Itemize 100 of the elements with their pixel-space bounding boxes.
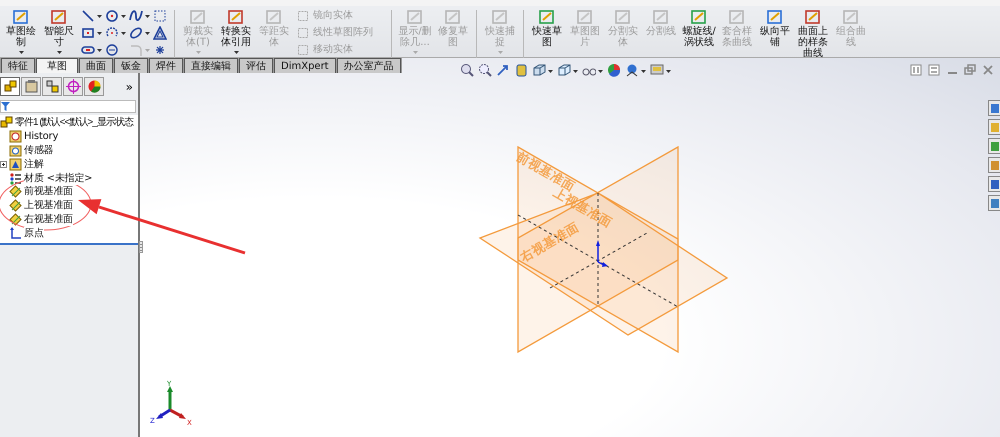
square-icon — [491, 8, 509, 26]
task-pane-tab[interactable] — [988, 138, 1000, 154]
triangle-icon — [153, 26, 167, 40]
caret-icon — [573, 70, 578, 72]
line-icon — [81, 8, 95, 22]
view-tool-button[interactable] — [460, 63, 474, 77]
ribbon-button[interactable]: 快速草图 — [528, 8, 566, 49]
view-tool-button[interactable] — [496, 63, 510, 77]
tree-item[interactable]: 前视基准面 — [24, 185, 74, 198]
sketch-tool-button[interactable] — [153, 25, 167, 40]
ribbon-button[interactable]: 转换实体引用 — [217, 8, 255, 54]
tree-item[interactable]: 右视基准面 — [24, 212, 74, 226]
task-pane-tab[interactable] — [988, 157, 1000, 173]
caret-icon — [97, 15, 102, 18]
tab[interactable]: 草图 — [36, 58, 78, 73]
tree-item[interactable]: 材质 <未指定> — [24, 172, 92, 185]
square-icon — [842, 8, 860, 26]
tree-item[interactable]: History — [24, 130, 58, 144]
tab[interactable]: 曲面 — [79, 58, 113, 73]
sketch-tool-button[interactable] — [105, 8, 126, 23]
cubes-icon — [2, 79, 18, 94]
plane-icon — [9, 199, 22, 212]
task-pane-tab[interactable] — [988, 195, 1000, 211]
tree-item[interactable]: 传感器 — [24, 144, 54, 157]
color-wheel-icon — [86, 79, 102, 94]
view-tool-button[interactable] — [557, 63, 578, 77]
filter-field[interactable] — [0, 100, 136, 113]
square-icon — [766, 8, 784, 26]
task-pane-tab[interactable] — [988, 119, 1000, 135]
tree-item[interactable]: 注解 — [24, 158, 44, 171]
caret-icon — [666, 70, 671, 72]
tab[interactable]: 钣金 — [114, 58, 148, 73]
task-pane-tab[interactable] — [988, 176, 1000, 192]
dotted-square-icon — [297, 26, 309, 38]
tree-item[interactable]: 原点 — [24, 226, 44, 240]
sketch-tool-button[interactable] — [129, 25, 150, 40]
caret-icon — [145, 32, 150, 35]
view-tool-button[interactable] — [625, 63, 646, 77]
arrow-icon — [496, 63, 510, 77]
panel-tab[interactable] — [0, 77, 20, 96]
square-icon — [614, 8, 632, 26]
curve-icon — [129, 8, 143, 22]
square-icon — [538, 8, 556, 26]
sketch-tool-button[interactable] — [81, 25, 102, 40]
origin-icon — [9, 226, 22, 240]
sketch-tool-button[interactable] — [129, 8, 150, 23]
square-icon — [50, 8, 68, 26]
sketch-tool-button[interactable] — [81, 8, 102, 23]
ribbon-button[interactable]: 草图绘制 — [2, 8, 40, 54]
tab[interactable]: 办公室产品 — [336, 58, 401, 73]
rectangle-icon — [81, 26, 95, 40]
square-icon — [728, 8, 746, 26]
square-icon — [444, 8, 462, 26]
ribbon-button[interactable]: 螺旋线/涡状线 — [680, 8, 718, 49]
caret-icon — [641, 70, 646, 72]
restore-icon[interactable] — [964, 64, 976, 76]
square-icon — [576, 8, 594, 26]
caret-icon — [548, 70, 553, 72]
tab[interactable]: 焊件 — [149, 58, 183, 73]
expand-icon[interactable] — [0, 160, 7, 168]
view-tool-button[interactable] — [478, 63, 492, 77]
history-icon — [9, 130, 22, 144]
circle-icon — [105, 8, 119, 22]
plane-label: 右视基准面 — [518, 218, 582, 264]
square-icon — [690, 8, 708, 26]
plane-icon — [9, 212, 22, 226]
tree-item[interactable]: 零件1 (默认<<默认>_显示状态 — [15, 116, 133, 130]
tile-icon[interactable] — [910, 64, 922, 76]
caret-icon — [97, 32, 102, 35]
view-tool-button[interactable] — [514, 63, 528, 77]
monitor-icon — [650, 63, 664, 77]
clipboard-icon — [24, 79, 38, 94]
tab[interactable]: 评估 — [239, 58, 273, 73]
cubes-icon — [44, 79, 60, 94]
splitter-handle[interactable] — [139, 241, 143, 253]
tab[interactable]: 直接编辑 — [184, 58, 238, 73]
view-tool-button[interactable] — [650, 63, 671, 77]
tab[interactable]: DimXpert — [274, 58, 336, 73]
material-icon — [9, 172, 22, 185]
caret-icon — [145, 15, 150, 18]
magnifier-icon — [478, 63, 492, 77]
view-tool-button[interactable] — [532, 63, 553, 77]
panel-tab[interactable] — [42, 77, 62, 96]
cube-icon — [532, 63, 546, 77]
tile-icon[interactable] — [928, 64, 940, 76]
close-icon[interactable] — [982, 64, 994, 76]
sketch-tool-button[interactable] — [153, 8, 167, 23]
more-tabs-button[interactable]: » — [122, 80, 136, 94]
dotted-square-icon — [297, 44, 309, 56]
dotted-square-icon — [297, 10, 309, 22]
ribbon-button[interactable]: 曲面上的样条曲线 — [794, 8, 832, 60]
panel-tab[interactable] — [21, 77, 41, 96]
square-icon — [406, 8, 424, 26]
tab[interactable]: 特征 — [1, 58, 35, 73]
ribbon-button[interactable]: 智能尺寸 — [40, 8, 78, 54]
task-pane-tab[interactable] — [988, 100, 1000, 116]
crosshair-icon — [66, 79, 80, 94]
ribbon-button[interactable]: 纵向平铺 — [756, 8, 794, 49]
cube-icon — [557, 63, 571, 77]
tree-item[interactable]: 上视基准面 — [24, 199, 74, 212]
